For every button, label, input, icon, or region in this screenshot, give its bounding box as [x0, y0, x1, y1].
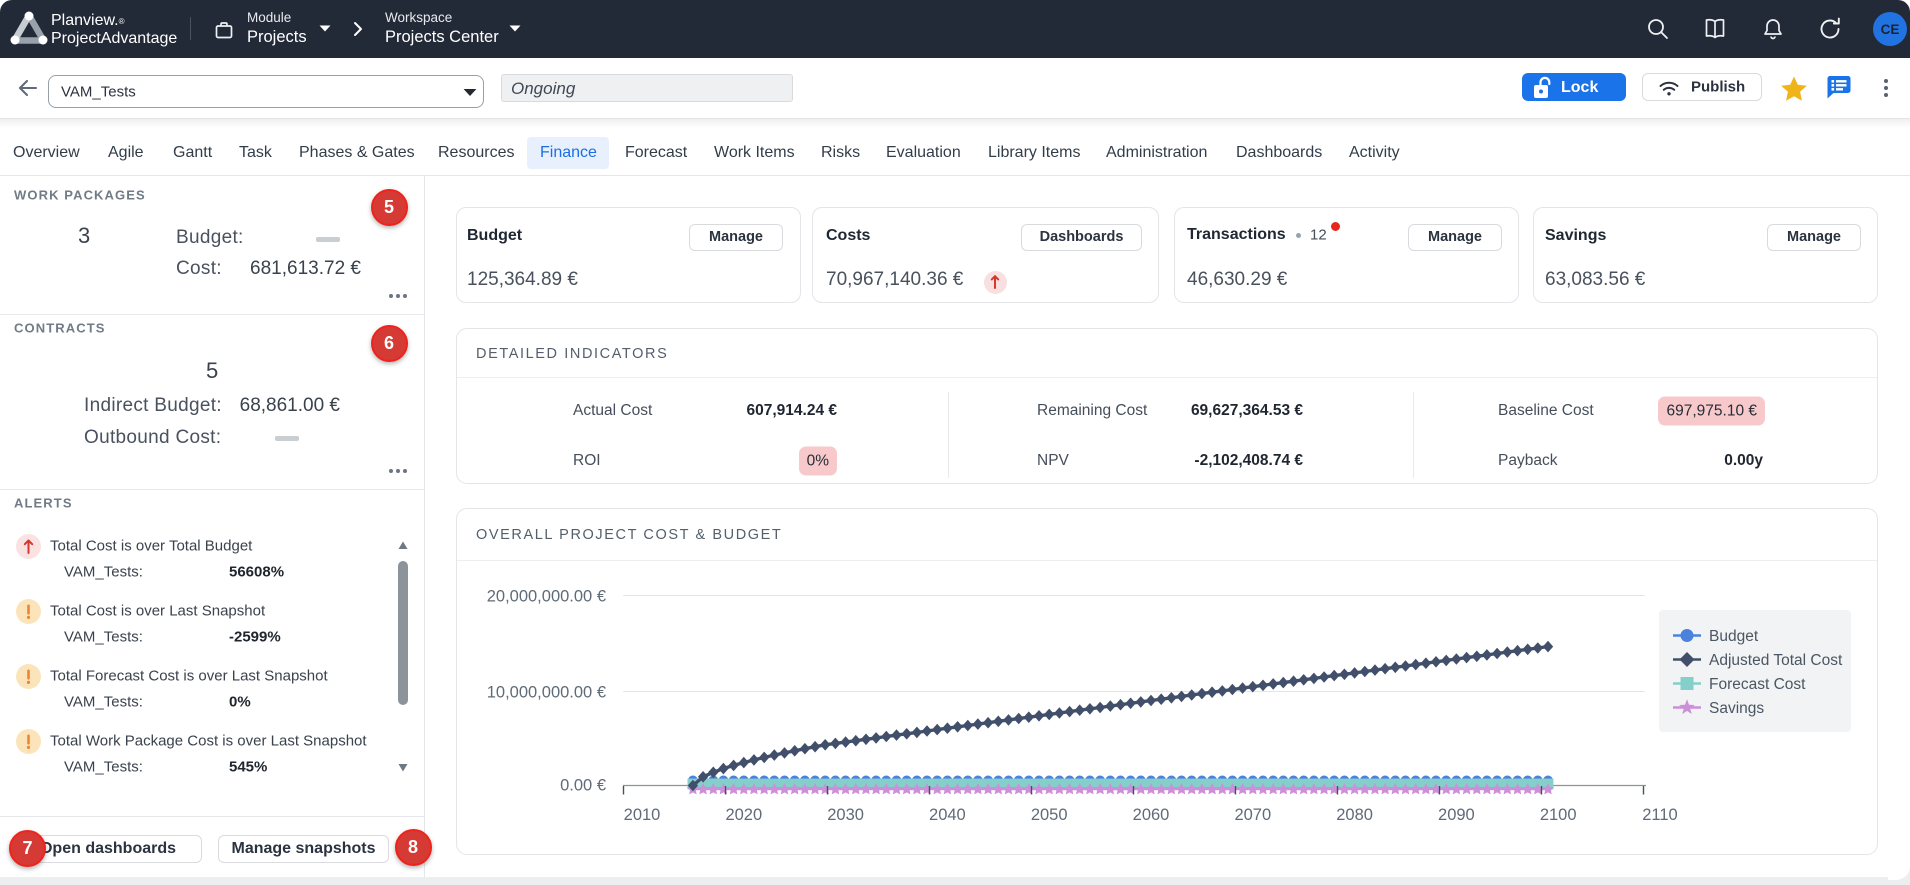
- svg-text:Budget: Budget: [1709, 628, 1759, 645]
- svg-text:2090: 2090: [1438, 806, 1475, 824]
- svg-text:20,000,000.00 €: 20,000,000.00 €: [487, 588, 606, 606]
- svg-text:2010: 2010: [624, 806, 661, 824]
- svg-text:2040: 2040: [929, 806, 966, 824]
- svg-text:2100: 2100: [1540, 806, 1577, 824]
- svg-text:Savings: Savings: [1709, 700, 1764, 717]
- svg-text:Forecast Cost: Forecast Cost: [1709, 676, 1806, 693]
- svg-text:2020: 2020: [725, 806, 762, 824]
- svg-text:2110: 2110: [1642, 806, 1677, 824]
- svg-text:2070: 2070: [1234, 806, 1271, 824]
- svg-text:2080: 2080: [1336, 806, 1373, 824]
- svg-text:10,000,000.00 €: 10,000,000.00 €: [487, 684, 606, 702]
- svg-text:2030: 2030: [827, 806, 864, 824]
- svg-text:2050: 2050: [1031, 806, 1068, 824]
- svg-text:Adjusted Total Cost: Adjusted Total Cost: [1709, 652, 1843, 669]
- svg-text:0.00 €: 0.00 €: [560, 777, 606, 795]
- svg-text:2060: 2060: [1133, 806, 1170, 824]
